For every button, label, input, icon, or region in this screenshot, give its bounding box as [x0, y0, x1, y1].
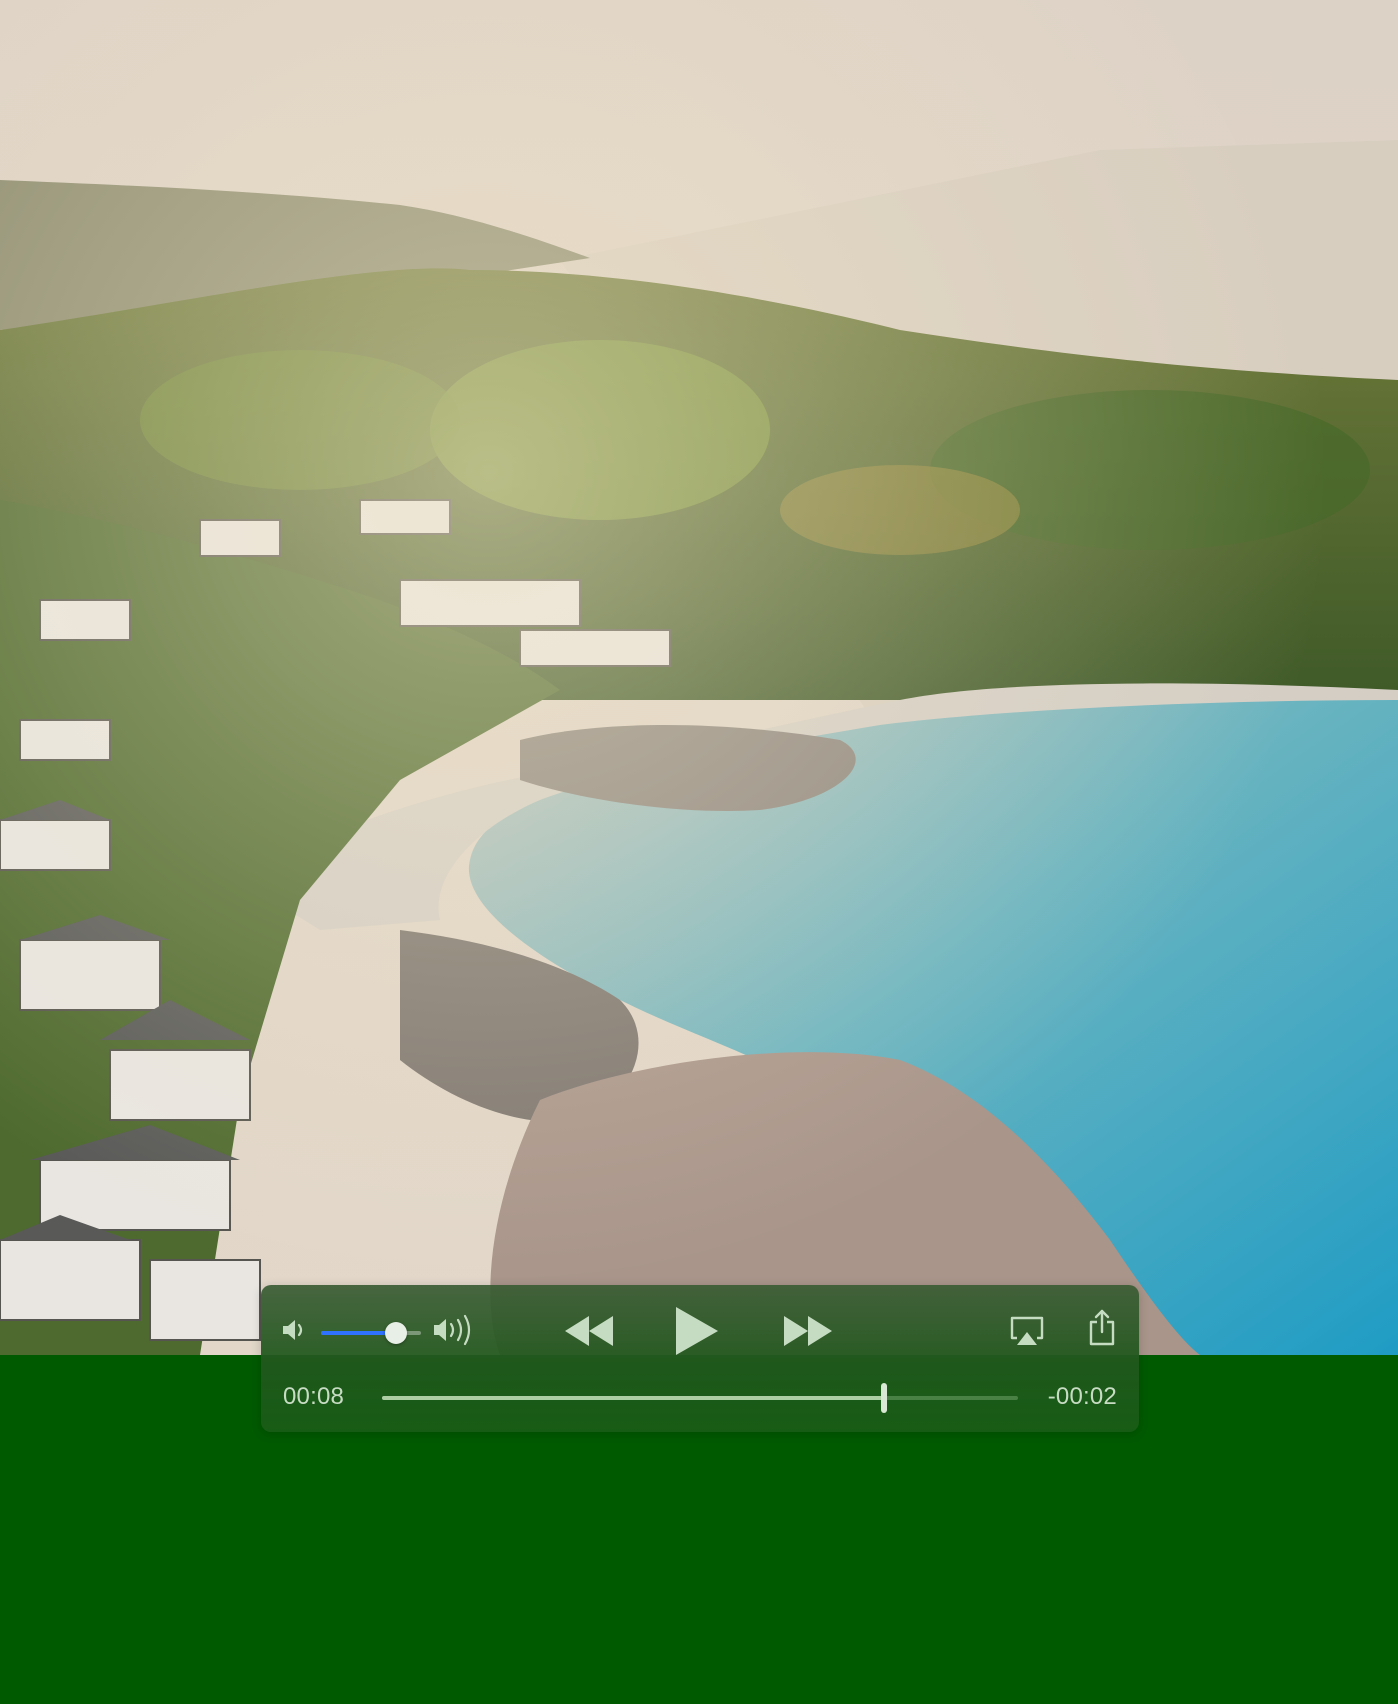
elapsed-time: 00:08: [283, 1383, 345, 1410]
video-scene: [0, 0, 1398, 1355]
speaker-low-icon[interactable]: [279, 1315, 309, 1345]
video-frame[interactable]: [0, 0, 1398, 1355]
volume-slider[interactable]: [321, 1322, 421, 1344]
speaker-high-icon[interactable]: [431, 1312, 479, 1348]
rewind-icon[interactable]: [561, 1310, 617, 1352]
fast-forward-icon[interactable]: [780, 1310, 836, 1352]
share-icon[interactable]: [1088, 1307, 1116, 1347]
airplay-icon[interactable]: [1008, 1312, 1046, 1350]
scrubber-progress: [382, 1396, 885, 1400]
playback-controls[interactable]: 00:08 -00:02: [261, 1285, 1139, 1432]
playback-scrubber[interactable]: [382, 1383, 1018, 1413]
remaining-time: -00:02: [1047, 1383, 1117, 1410]
playhead[interactable]: [881, 1383, 888, 1413]
play-icon[interactable]: [668, 1303, 722, 1359]
volume-knob[interactable]: [385, 1322, 407, 1344]
